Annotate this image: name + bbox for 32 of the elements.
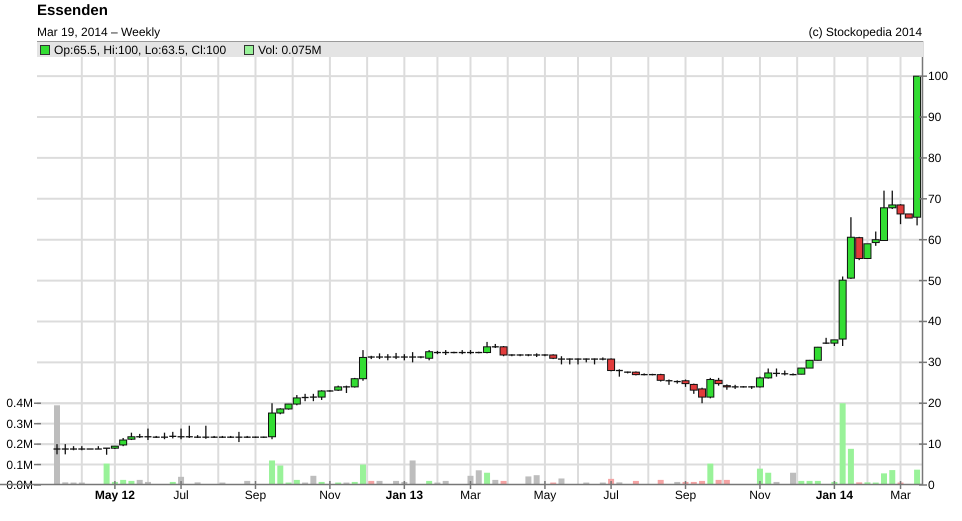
chart-subtitle: Mar 19, 2014 – Weekly bbox=[37, 25, 160, 39]
chart-title: Essenden bbox=[37, 2, 108, 20]
axis-label: 20 bbox=[928, 396, 942, 410]
axis-label: 80 bbox=[928, 150, 942, 165]
axis-label: 90 bbox=[928, 110, 942, 124]
axis-label: May 12 bbox=[94, 488, 135, 502]
axis-label: Mar bbox=[890, 488, 911, 502]
axis-label: 100 bbox=[928, 69, 948, 84]
axis-label: 0.4M bbox=[6, 396, 33, 410]
copyright-text: (c) Stockopedia 2014 bbox=[808, 25, 922, 39]
axis-label: 50 bbox=[928, 274, 942, 288]
axis-label: Jan 14 bbox=[816, 488, 854, 502]
axis-label: 10 bbox=[928, 437, 942, 452]
axis-label: Jul bbox=[603, 488, 619, 502]
axis-label: 70 bbox=[928, 192, 942, 206]
axis-label: May bbox=[534, 488, 556, 502]
axis-label: Jan 13 bbox=[386, 488, 423, 502]
legend-label: Vol: 0.075M bbox=[258, 42, 322, 56]
axis-label: 0.2M bbox=[6, 437, 33, 452]
axis-label: Sep bbox=[244, 488, 266, 502]
axis-label: Nov bbox=[749, 488, 771, 502]
axis-label: Nov bbox=[319, 488, 341, 502]
axis-label: 0.1M bbox=[6, 458, 33, 472]
axis-label: 0 bbox=[928, 478, 935, 492]
axis-label: 0.3M bbox=[6, 416, 33, 431]
axis-label: 60 bbox=[928, 232, 942, 247]
axis-label: Sep bbox=[674, 488, 696, 502]
axis-label: 40 bbox=[928, 314, 942, 328]
axis-label: Mar bbox=[460, 488, 481, 502]
axis-label: 30 bbox=[928, 355, 942, 370]
legend-label: Op:65.5, Hi:100, Lo:63.5, Cl:100 bbox=[54, 42, 226, 56]
axis-label: Jul bbox=[173, 488, 189, 502]
